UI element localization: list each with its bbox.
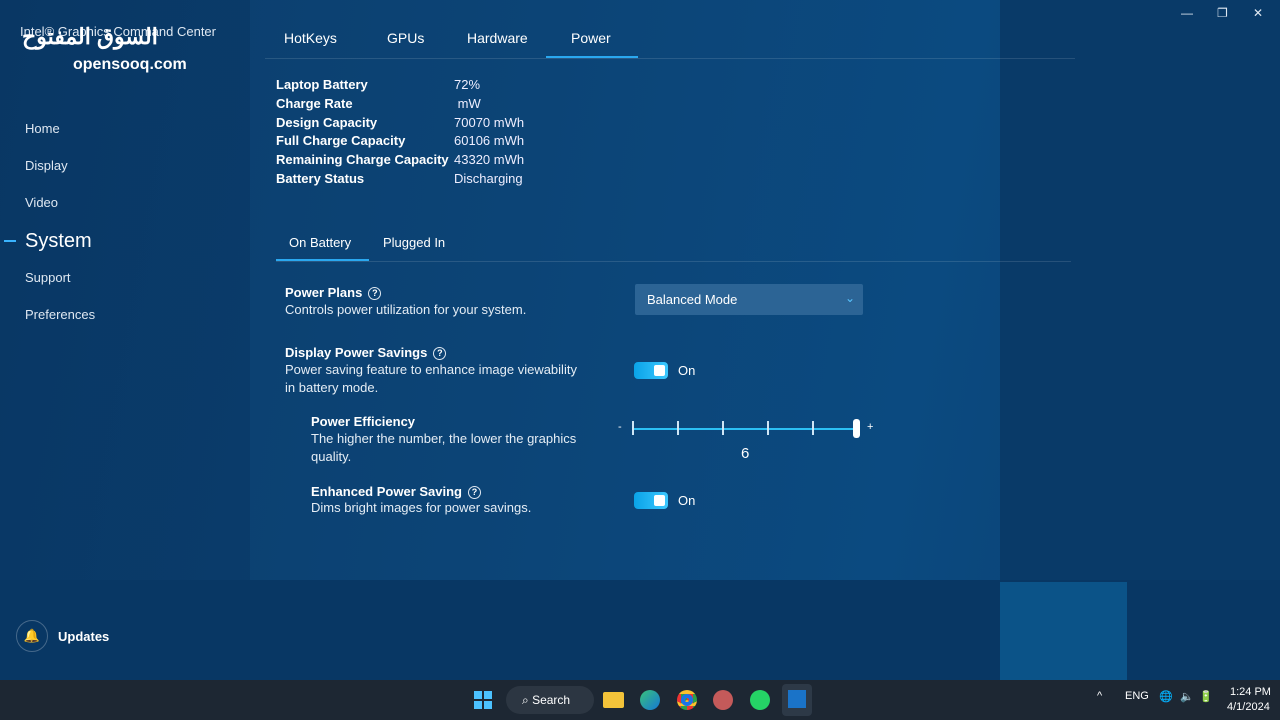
value: 70070 mWh <box>454 115 525 130</box>
enhanced-power-saving-toggle[interactable] <box>634 492 668 509</box>
value: Discharging <box>454 171 523 186</box>
sidebar-item-display[interactable]: Display <box>25 158 68 173</box>
power-plans-title: Power Plans? <box>285 285 382 300</box>
slider-tick <box>767 421 769 435</box>
value: 60106 mWh <box>454 133 525 148</box>
enhanced-power-saving-title: Enhanced Power Saving? <box>311 484 481 499</box>
network-icon[interactable]: 🌐 <box>1159 690 1173 703</box>
power-efficiency-desc: quality. <box>311 449 352 464</box>
display-power-savings-desc: Power saving feature to enhance image vi… <box>285 362 577 377</box>
value: 43320 mWh <box>454 152 525 167</box>
app-window: Intel® Graphics Command Center السوق الم… <box>0 0 1280 680</box>
power-efficiency-title: Power Efficiency <box>311 414 416 429</box>
updates-label: Updates <box>58 629 110 644</box>
toggle-state: On <box>678 493 696 508</box>
watermark-logo: السوق المفتوح <box>22 24 158 49</box>
slider-max-label: + <box>867 421 874 433</box>
tab-hotkeys[interactable]: HotKeys <box>284 30 337 46</box>
subtab-plugged-in[interactable]: Plugged In <box>383 235 445 250</box>
slider-thumb[interactable] <box>853 419 860 438</box>
background-panel <box>1000 0 1280 580</box>
sidebar <box>0 0 250 580</box>
language-indicator[interactable]: ENG <box>1125 690 1149 702</box>
value: mW <box>454 96 481 111</box>
display-power-savings-title: Display Power Savings? <box>285 345 447 360</box>
restore-button[interactable]: ❐ <box>1217 6 1228 20</box>
search-label: Search <box>532 693 571 707</box>
chevron-down-icon: ⌄ <box>844 291 855 305</box>
media-player-icon[interactable] <box>713 690 733 710</box>
slider-value: 6 <box>741 445 750 462</box>
active-indicator <box>4 240 16 242</box>
close-button[interactable]: ✕ <box>1253 6 1263 20</box>
label: Remaining Charge Capacity <box>276 152 449 167</box>
divider <box>265 58 1075 59</box>
bell-icon: 🔔 <box>16 620 48 652</box>
volume-icon[interactable]: 🔈 <box>1180 690 1194 703</box>
title: Power Plans <box>285 285 363 300</box>
sidebar-item-preferences[interactable]: Preferences <box>25 307 95 322</box>
title: Display Power Savings <box>285 345 428 360</box>
sidebar-item-home[interactable]: Home <box>25 121 60 136</box>
title: Enhanced Power Saving <box>311 484 462 499</box>
windows-start-icon[interactable] <box>474 691 492 709</box>
whatsapp-icon[interactable] <box>750 690 770 710</box>
help-icon[interactable]: ? <box>468 486 481 499</box>
display-power-savings-toggle[interactable] <box>634 362 668 379</box>
power-efficiency-desc: The higher the number, the lower the gra… <box>311 431 577 446</box>
label: Charge Rate <box>276 96 353 111</box>
sidebar-item-support[interactable]: Support <box>25 270 71 285</box>
tab-power[interactable]: Power <box>571 30 611 46</box>
chevron-up-icon[interactable]: ^ <box>1097 690 1102 702</box>
enhanced-power-saving-desc: Dims bright images for power savings. <box>311 500 532 515</box>
file-explorer-icon[interactable] <box>603 692 624 708</box>
sidebar-item-video[interactable]: Video <box>25 195 58 210</box>
selected-value: Balanced Mode <box>647 292 738 307</box>
display-power-savings-desc: in battery mode. <box>285 380 379 395</box>
edge-icon[interactable] <box>640 690 660 710</box>
sidebar-item-system[interactable]: System <box>25 230 92 253</box>
tab-hardware[interactable]: Hardware <box>467 30 528 46</box>
power-plan-dropdown[interactable]: Balanced Mode ⌄ <box>635 284 863 315</box>
background-block <box>1000 582 1127 680</box>
watermark-text: opensooq.com <box>73 56 187 73</box>
battery-icon[interactable]: 🔋 <box>1199 690 1213 703</box>
label: Full Charge Capacity <box>276 133 406 148</box>
chrome-icon[interactable] <box>677 690 697 710</box>
updates-button[interactable]: 🔔 Updates <box>16 620 136 652</box>
help-icon[interactable]: ? <box>368 287 382 300</box>
clock-time[interactable]: 1:24 PM <box>1230 686 1271 698</box>
toggle-state: On <box>678 363 696 378</box>
minimize-button[interactable]: — <box>1181 6 1193 20</box>
power-plans-desc: Controls power utilization for your syst… <box>285 302 527 317</box>
label: Battery Status <box>276 171 365 186</box>
label: Laptop Battery <box>276 77 368 92</box>
tab-gpus[interactable]: GPUs <box>387 30 424 46</box>
slider-tick <box>677 421 679 435</box>
slider-track[interactable] <box>632 428 857 430</box>
slider-tick <box>812 421 814 435</box>
clock-date[interactable]: 4/1/2024 <box>1227 701 1270 713</box>
taskbar: ⌕ Search ^ ENG 🌐 🔈 🔋 1:24 PM 4/1/2024 <box>0 680 1280 720</box>
search-box[interactable]: ⌕ Search <box>506 686 594 714</box>
intel-graphics-icon[interactable] <box>782 684 812 716</box>
value: 72% <box>454 77 481 92</box>
label: Design Capacity <box>276 115 378 130</box>
help-icon[interactable]: ? <box>433 347 447 360</box>
slider-tick <box>632 421 634 435</box>
slider-tick <box>722 421 724 435</box>
divider <box>276 261 1071 262</box>
slider-min-label: - <box>618 421 622 433</box>
subtab-on-battery[interactable]: On Battery <box>289 235 351 250</box>
